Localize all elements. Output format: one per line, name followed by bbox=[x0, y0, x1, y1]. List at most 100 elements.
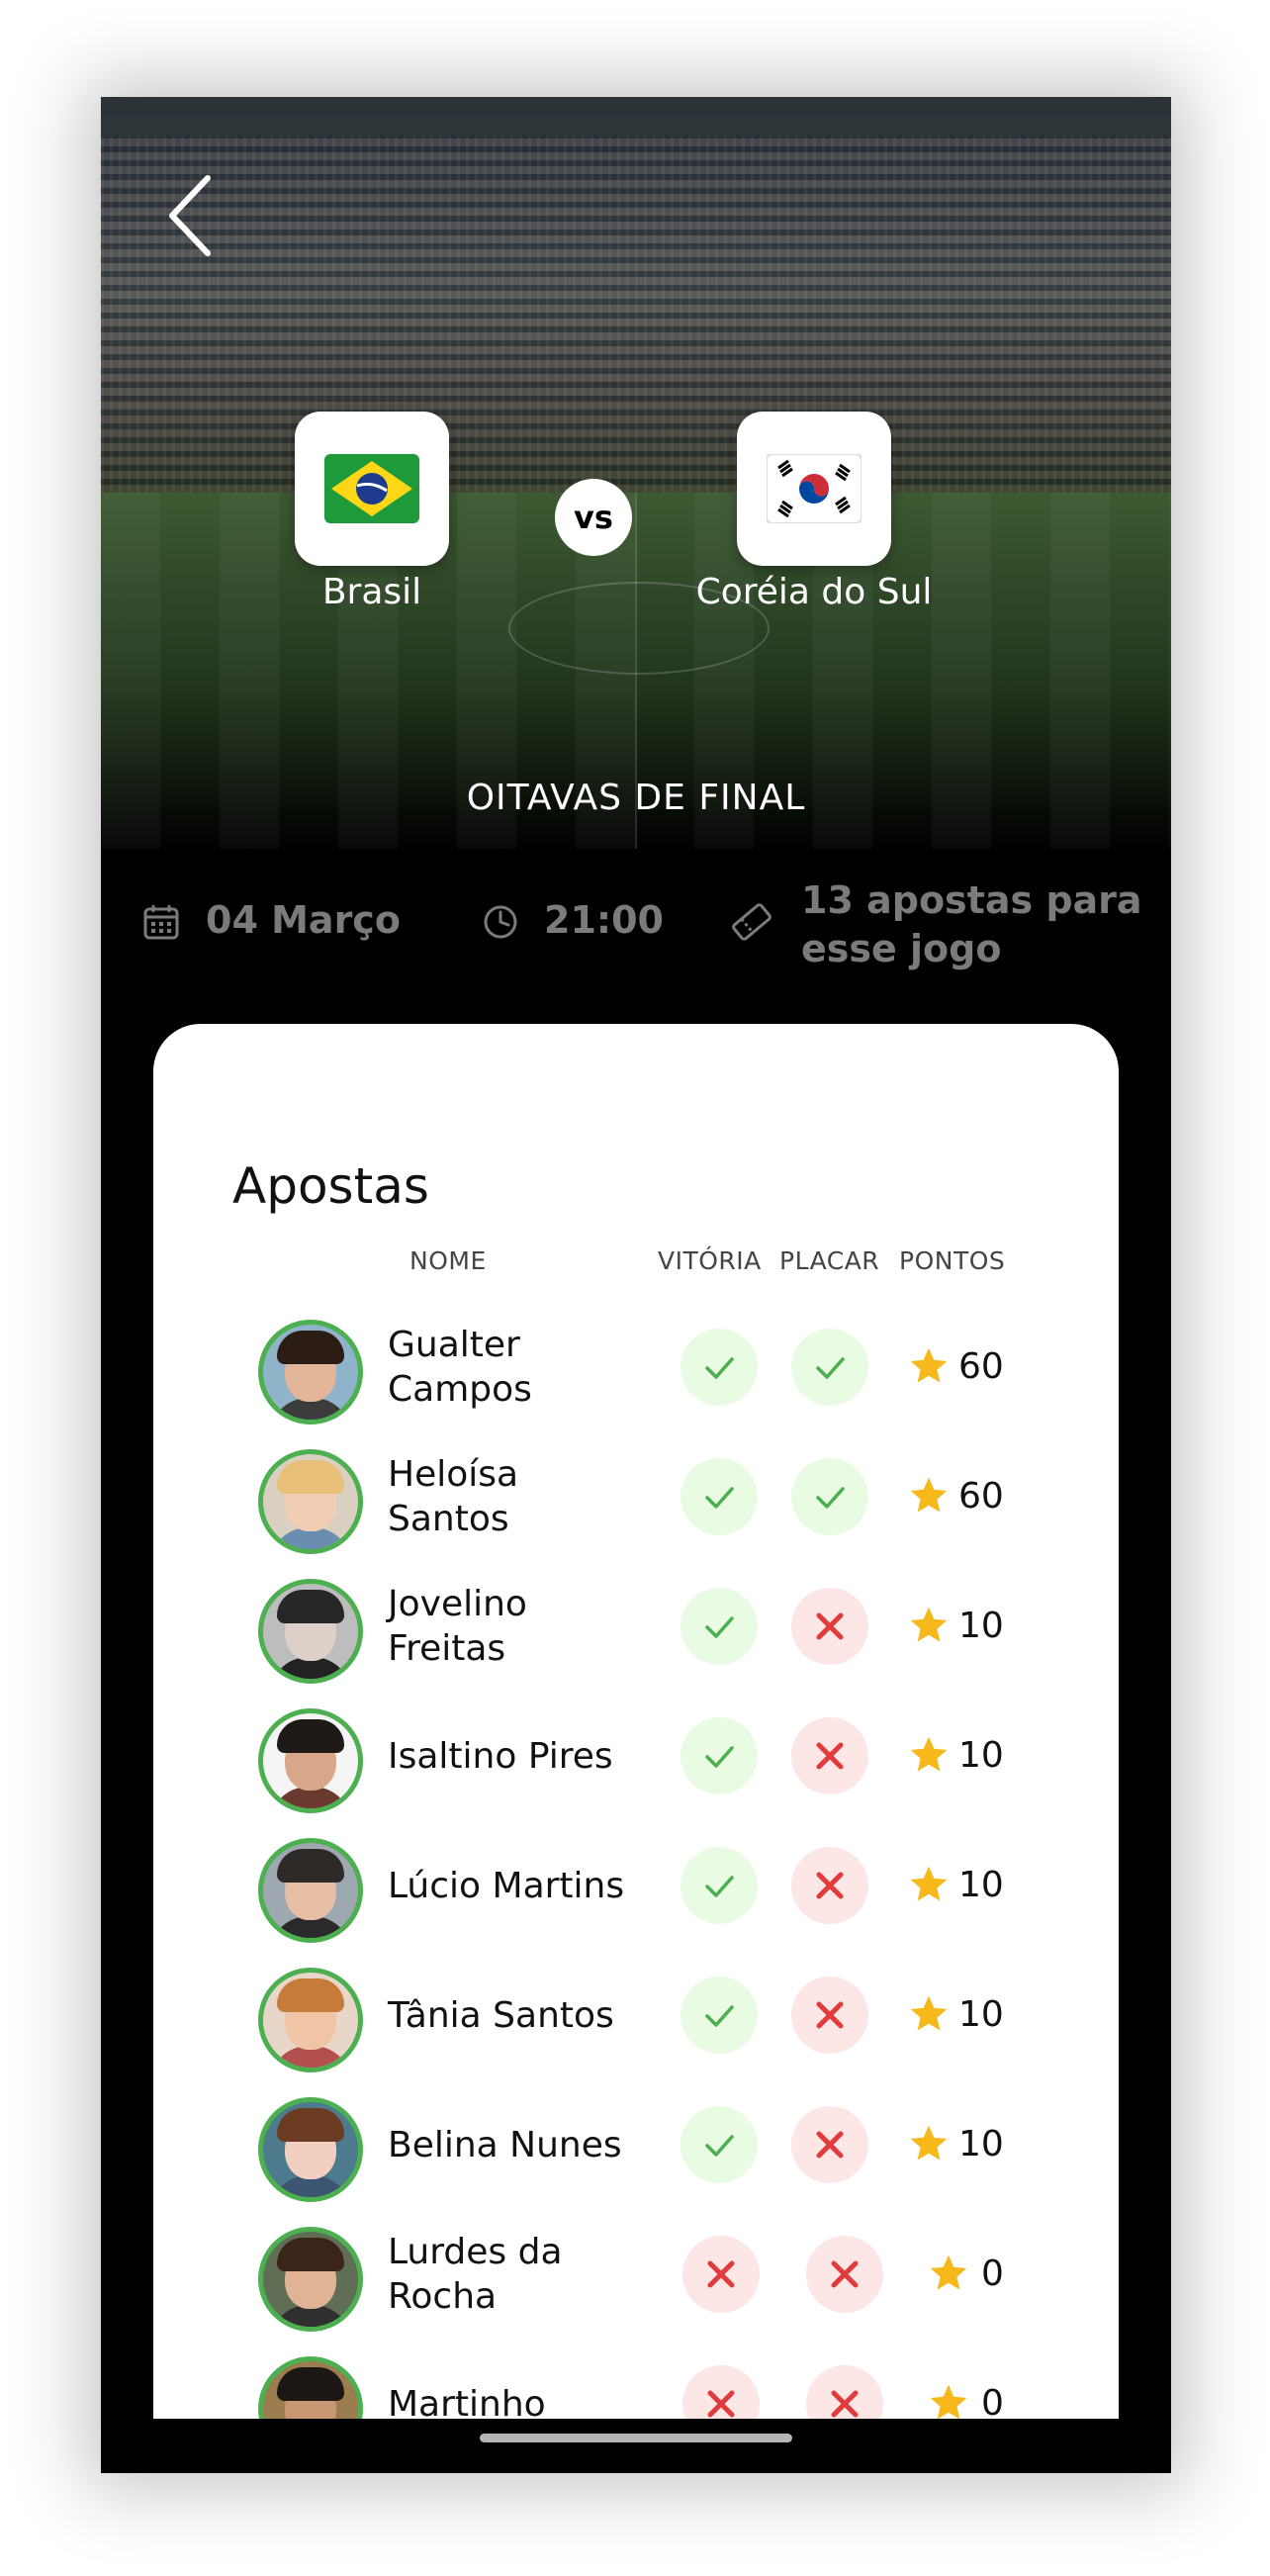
bet-row[interactable]: Lúcio Martins 10 bbox=[153, 1825, 1119, 1955]
cross-icon bbox=[831, 2390, 859, 2418]
star-icon bbox=[930, 2384, 967, 2419]
avatar[interactable] bbox=[258, 1838, 363, 1943]
bettor-name: Lurdes da Rocha bbox=[388, 2232, 563, 2317]
win-correct-badge bbox=[680, 1847, 758, 1924]
avatar-shirt bbox=[269, 1787, 352, 1808]
chevron-left-icon bbox=[169, 175, 211, 256]
home-team-flag-box[interactable] bbox=[295, 412, 449, 566]
bets-count-line-1: 13 apostas para bbox=[801, 878, 1142, 922]
ticket-icon bbox=[732, 903, 771, 941]
calendar-icon bbox=[143, 905, 179, 940]
back-button[interactable] bbox=[162, 166, 222, 265]
avatar-shirt bbox=[269, 1657, 352, 1679]
check-icon bbox=[705, 1487, 734, 1509]
win-correct-badge bbox=[680, 1588, 758, 1665]
check-icon bbox=[705, 1616, 734, 1638]
column-header-score: PLACAR bbox=[779, 1246, 880, 1275]
home-indicator[interactable] bbox=[480, 2434, 792, 2442]
home-team-name: Brasil bbox=[321, 572, 422, 612]
avatar-shirt bbox=[269, 2175, 352, 2197]
points-star bbox=[907, 1604, 951, 1651]
avatar[interactable] bbox=[258, 2356, 363, 2419]
away-team-name: Coréia do Sul bbox=[695, 572, 933, 612]
check-icon bbox=[705, 2005, 734, 2027]
bets-count-line-2: esse jogo bbox=[801, 927, 1002, 970]
points-value: 10 bbox=[958, 1606, 1004, 1646]
score-wrong-badge bbox=[791, 1977, 868, 2054]
points-star bbox=[907, 1344, 951, 1392]
bet-row[interactable]: Tânia Santos 10 bbox=[153, 1955, 1119, 2084]
avatar[interactable] bbox=[258, 1449, 363, 1554]
points-star bbox=[907, 1863, 951, 1910]
bets-card: Apostas NOME VITÓRIA PLACAR PONTOS Gualt… bbox=[153, 1024, 1119, 2419]
check-icon bbox=[705, 1746, 734, 1768]
score-wrong-badge bbox=[791, 1847, 868, 1924]
bet-row[interactable]: Isaltino Pires 10 bbox=[153, 1696, 1119, 1825]
points-value: 10 bbox=[958, 2124, 1004, 2164]
win-wrong-badge bbox=[682, 2365, 760, 2419]
win-correct-badge bbox=[680, 1458, 758, 1535]
cross-icon bbox=[816, 1872, 844, 1899]
avatar-shirt bbox=[269, 1398, 352, 1420]
win-correct-badge bbox=[680, 2106, 758, 2183]
stadium-header-image bbox=[101, 97, 1171, 849]
check-icon bbox=[705, 2135, 734, 2157]
avatar-hair bbox=[277, 2108, 344, 2142]
bettor-name: Gualter Campos bbox=[388, 1325, 532, 1410]
bets-count: 13 apostas para esse jogo bbox=[801, 876, 1142, 973]
vs-badge: vs bbox=[555, 479, 632, 556]
bet-row[interactable]: Gualter Campos 60 bbox=[153, 1307, 1119, 1436]
phone-screen: Brasil vs Coréia do Sul OITAVAS DE FINAL… bbox=[101, 97, 1171, 2473]
avatar[interactable] bbox=[258, 2097, 363, 2202]
avatar-hair bbox=[277, 1849, 344, 1883]
avatar-hair bbox=[277, 2367, 344, 2401]
bet-row[interactable]: Lurdes da Rocha 0 bbox=[153, 2214, 1119, 2344]
bet-row[interactable]: Martinho 0 bbox=[153, 2344, 1119, 2419]
check-icon bbox=[816, 1357, 845, 1379]
points-value: 0 bbox=[981, 2254, 1004, 2294]
points-value: 10 bbox=[958, 1994, 1004, 2035]
bettor-name: Martinho bbox=[388, 2383, 546, 2420]
win-correct-badge bbox=[680, 1717, 758, 1794]
avatar[interactable] bbox=[258, 1579, 363, 1684]
cross-icon bbox=[816, 2001, 844, 2029]
check-icon bbox=[816, 1487, 845, 1509]
win-correct-badge bbox=[680, 1977, 758, 2054]
avatar-shirt bbox=[269, 1916, 352, 1938]
bet-row[interactable]: Jovelino Freitas 10 bbox=[153, 1566, 1119, 1696]
avatar[interactable] bbox=[258, 1708, 363, 1813]
score-wrong-badge bbox=[791, 2106, 868, 2183]
avatar-hair bbox=[277, 1331, 344, 1364]
points-value: 60 bbox=[958, 1346, 1004, 1387]
bets-title: Apostas bbox=[232, 1157, 429, 1215]
bet-row[interactable]: Belina Nunes 10 bbox=[153, 2084, 1119, 2214]
score-correct-badge bbox=[791, 1329, 868, 1406]
star-icon bbox=[910, 1736, 948, 1772]
avatar[interactable] bbox=[258, 2227, 363, 2332]
win-correct-badge bbox=[680, 1329, 758, 1406]
star-icon bbox=[930, 2254, 967, 2290]
avatar-shirt bbox=[269, 1527, 352, 1549]
win-wrong-badge bbox=[682, 2236, 760, 2313]
points-value: 10 bbox=[958, 1865, 1004, 1905]
points-star bbox=[907, 2122, 951, 2169]
match-stage: OITAVAS DE FINAL bbox=[466, 778, 806, 818]
check-icon bbox=[705, 1876, 734, 1897]
away-team-flag-box[interactable] bbox=[737, 412, 891, 566]
star-icon bbox=[910, 1995, 948, 2031]
bet-row[interactable]: Heloísa Santos 60 bbox=[153, 1436, 1119, 1566]
clock-icon bbox=[484, 905, 517, 939]
score-wrong-badge bbox=[791, 1588, 868, 1665]
avatar-hair bbox=[277, 2238, 344, 2271]
match-time: 21:00 bbox=[544, 898, 664, 942]
points-value: 60 bbox=[958, 1476, 1004, 1517]
star-icon bbox=[910, 1347, 948, 1383]
avatar[interactable] bbox=[258, 1968, 363, 2072]
cross-icon bbox=[707, 2260, 735, 2288]
points-value: 10 bbox=[958, 1735, 1004, 1776]
brazil-flag-icon bbox=[324, 454, 419, 523]
check-icon bbox=[705, 1357, 734, 1379]
points-value: 0 bbox=[981, 2383, 1004, 2419]
bettor-name: Lúcio Martins bbox=[388, 1865, 625, 1906]
avatar[interactable] bbox=[258, 1320, 363, 1425]
